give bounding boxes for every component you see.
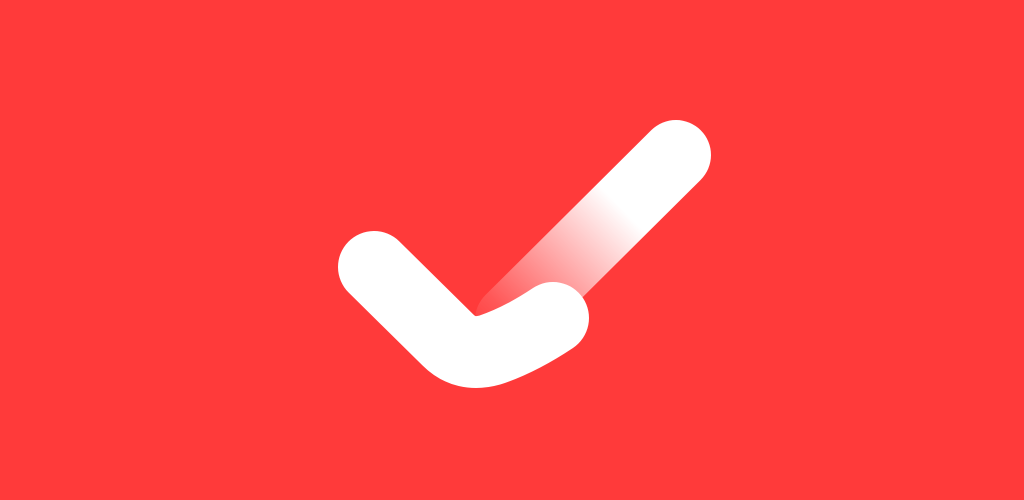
checkmark-icon xyxy=(338,120,711,388)
feature-banner xyxy=(0,0,1024,500)
